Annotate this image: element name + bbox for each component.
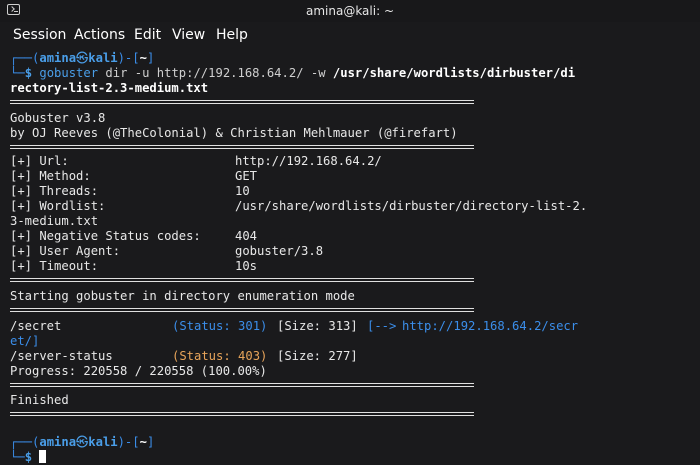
result-row-continuation: et/]: [10, 334, 40, 348]
config-row: [+] Wordlist:/usr/share/wordlists/dirbus…: [10, 199, 588, 213]
menu-view[interactable]: View: [172, 27, 205, 43]
config-row: [+] User Agent: gobuster/3.8: [10, 244, 324, 258]
menu-session[interactable]: Session: [13, 27, 66, 43]
menu-edit[interactable]: Edit: [134, 27, 161, 43]
command-continuation: rectory-list-2.3-medium.txt: [10, 81, 209, 95]
menu-bar: Session Actions Edit View Help: [0, 22, 700, 48]
separator: [10, 308, 474, 312]
menu-help[interactable]: Help: [216, 27, 248, 43]
progress-line: Progress: 220558 / 220558 (100.00%): [10, 364, 267, 378]
separator: [10, 412, 474, 416]
redirect-link[interactable]: http://192.168.64.2/secr: [402, 319, 578, 334]
config-row: 3-medium.txt: [10, 214, 99, 228]
menu-actions[interactable]: Actions: [74, 27, 125, 43]
separator: [10, 145, 474, 149]
finished-message: Finished: [10, 393, 69, 407]
command-line: └─$ gobuster dir -u http://192.168.64.2/…: [10, 66, 576, 80]
config-row: [+] Method: GET: [10, 169, 258, 183]
separator: [10, 278, 474, 282]
config-row: [+] Timeout: 10s: [10, 259, 258, 273]
start-message: Starting gobuster in directory enumerati…: [10, 289, 355, 303]
text-cursor: [39, 450, 47, 463]
prompt-line-1: ┌──(amina㉿kali)-[~]: [10, 435, 155, 449]
terminal-output[interactable]: ┌──(amina㉿kali)-[~] └─$ gobuster dir -u …: [0, 48, 700, 464]
prompt-line-1: ┌──(amina㉿kali)-[~]: [10, 51, 155, 65]
config-row: [+] Url: http://192.168.64.2/: [10, 154, 382, 168]
config-row: [+] Negative Status codes: 404: [10, 229, 258, 243]
window-title: amina@kali: ~: [305, 4, 394, 18]
result-row: /secret (Status: 301) [Size: 313] [--> http:…: [10, 319, 579, 333]
config-row: [+] Threads: 10: [10, 184, 250, 198]
banner-authors: by OJ Reeves (@TheColonial) & Christian …: [10, 126, 458, 140]
separator: [10, 100, 474, 104]
input-line[interactable]: └─$: [10, 450, 47, 465]
banner-version: Gobuster v3.8: [10, 111, 106, 125]
result-row: /server-status (Status: 403) [Size: 277]: [10, 349, 358, 363]
title-bar: amina@kali: ~: [0, 0, 700, 22]
separator: [10, 383, 474, 387]
